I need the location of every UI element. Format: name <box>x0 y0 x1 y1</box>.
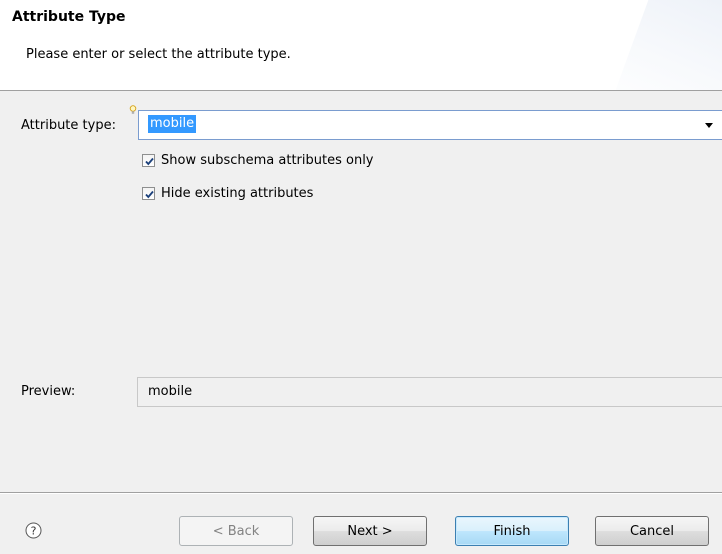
checkmark-icon <box>145 190 154 198</box>
show-subschema-checkbox[interactable] <box>142 153 155 167</box>
page-title: Attribute Type <box>12 9 126 25</box>
preview-label: Preview: <box>21 384 76 399</box>
preview-field: mobile <box>137 377 722 407</box>
preview-value: mobile <box>148 384 193 399</box>
cancel-button[interactable]: Cancel <box>595 516 709 546</box>
header-banner-graphic <box>608 0 722 90</box>
show-subschema-label[interactable]: Show subschema attributes only <box>161 153 374 168</box>
show-subschema-checkbox-row[interactable]: Show subschema attributes only <box>142 151 374 169</box>
hide-existing-checkbox-row[interactable]: Hide existing attributes <box>142 184 313 202</box>
wizard-header: Attribute Type Please enter or select th… <box>0 0 722 91</box>
content-assist-lightbulb-icon <box>129 105 137 114</box>
attribute-type-value[interactable]: mobile <box>148 115 197 133</box>
combo-dropdown-arrow-icon[interactable] <box>705 123 713 128</box>
attribute-type-combo[interactable]: mobile <box>138 110 722 140</box>
new-attribute-dialog: Attribute Type Please enter or select th… <box>0 0 722 554</box>
hide-existing-label[interactable]: Hide existing attributes <box>161 186 313 201</box>
footer-separator <box>0 492 722 494</box>
back-button[interactable]: < Back <box>179 516 293 546</box>
finish-button[interactable]: Finish <box>455 516 569 546</box>
next-button[interactable]: Next > <box>313 516 427 546</box>
hide-existing-checkbox[interactable] <box>142 186 155 200</box>
checkmark-icon <box>145 157 154 165</box>
attribute-type-label: Attribute type: <box>21 118 116 133</box>
page-description: Please enter or select the attribute typ… <box>26 47 291 62</box>
svg-text:?: ? <box>31 525 37 538</box>
help-icon[interactable]: ? <box>25 522 42 539</box>
